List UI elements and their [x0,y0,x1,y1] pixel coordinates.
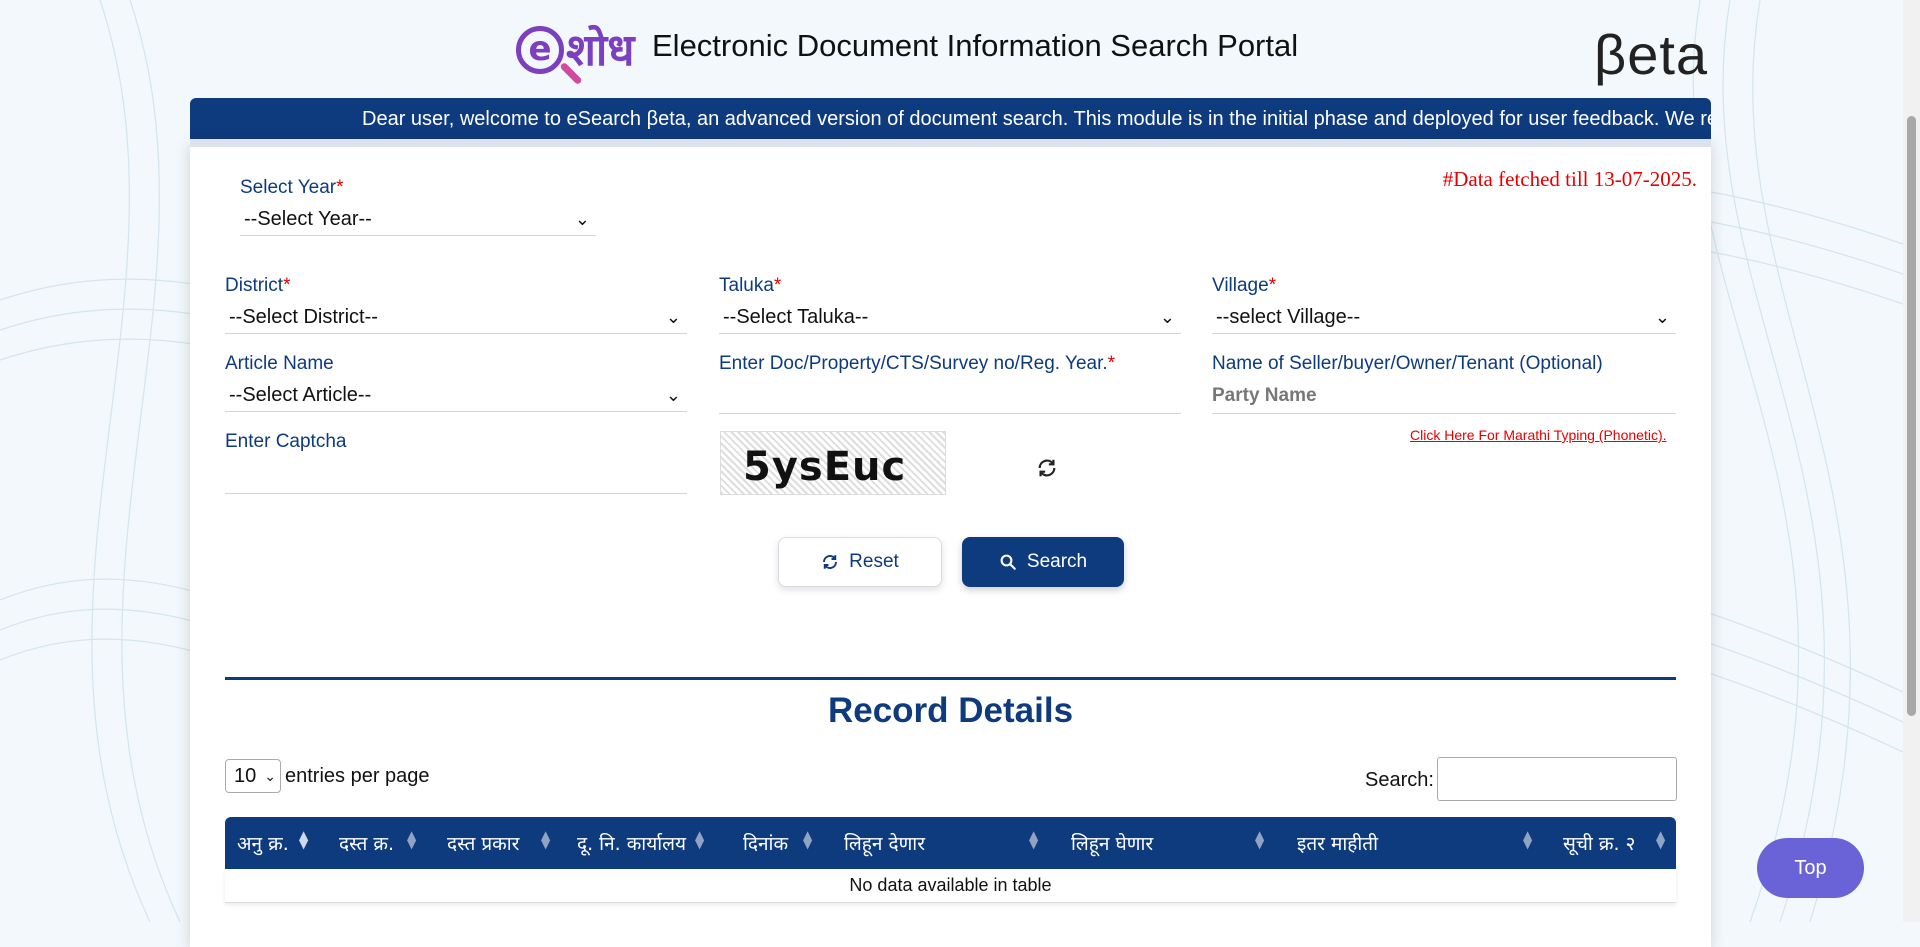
sort-icon: ▲ ▼ [1255,828,1265,851]
year-label: Select Year* [240,177,344,198]
taluka-select[interactable]: --Select Taluka-- ⌄ [719,303,1181,334]
logo-word: शोध [566,25,635,76]
back-to-top-button[interactable]: Top [1757,838,1864,898]
empty-table-message: No data available in table [225,869,1676,903]
col-other-info[interactable]: इतर माहीती [1297,830,1378,856]
col-doc-type[interactable]: दस्त प्रकार [447,830,519,856]
captcha-field: Enter Captcha [225,431,687,494]
village-label: Village* [1212,275,1277,296]
article-select[interactable]: --Select Article-- ⌄ [225,381,687,412]
village-select[interactable]: --select Village-- ⌄ [1212,303,1676,334]
district-field: District* --Select District-- ⌄ [225,275,687,334]
search-button[interactable]: Search [962,537,1124,587]
col-buyer[interactable]: लिहून घेणार [1071,830,1153,856]
party-field: Name of Seller/buyer/Owner/Tenant (Optio… [1212,353,1676,414]
scrollbar-thumb[interactable] [1907,116,1916,716]
table-header: अनु क्र. ▲ ▼ दस्त क्र. ▲ ▼ दस्त प्रकार ▲ ▼ … [225,817,1676,869]
refresh-icon [823,555,838,569]
logo-e-icon: e [516,26,564,74]
search-label: Search [1026,551,1088,572]
taluka-field: Taluka* --Select Taluka-- ⌄ [719,275,1181,334]
refresh-captcha-icon[interactable] [1036,457,1058,479]
portal-title: Electronic Document Information Search P… [652,28,1299,63]
sort-icon: ▲ ▼ [1029,828,1039,851]
entries-label: entries per page [285,764,430,787]
doc-number-field: Enter Doc/Property/CTS/Survey no/Reg. Ye… [719,353,1181,414]
article-label: Article Name [225,353,334,374]
captcha-image: 5ysEuc [720,431,946,495]
reset-label: Reset [849,551,899,572]
col-serial[interactable]: अनु क्र. [237,830,289,856]
search-icon [1000,554,1016,570]
chevron-down-icon: ⌄ [264,768,276,784]
entries-per-page-select[interactable]: 10 ⌄ [225,759,281,793]
sort-icon: ▲ ▼ [299,828,309,851]
captcha-label: Enter Captcha [225,431,347,452]
sort-icon: ▲ ▼ [803,828,813,851]
sort-icon: ▲ ▼ [1656,828,1666,851]
announcement-bar: Dear user, welcome to eSearch βeta, an a… [190,98,1711,139]
reset-button[interactable]: Reset [778,537,942,587]
esearch-logo[interactable]: e शोध [512,18,644,94]
col-index-no[interactable]: सूची क्र. २ [1563,830,1635,856]
sort-icon: ▲ ▼ [1523,828,1533,851]
page-scrollbar[interactable] [1903,0,1920,922]
chevron-down-icon: ⌄ [574,209,590,229]
sort-icon: ▲ ▼ [541,828,551,851]
doc-number-input[interactable] [719,381,1181,414]
district-select[interactable]: --Select District-- ⌄ [225,303,687,334]
party-label: Name of Seller/buyer/Owner/Tenant (Optio… [1212,353,1603,374]
chevron-down-icon: ⌄ [665,307,681,327]
sort-icon: ▲ ▼ [695,828,705,851]
party-name-input[interactable]: Party Name [1212,381,1676,414]
col-date[interactable]: दिनांक [743,830,788,856]
chevron-down-icon: ⌄ [1159,307,1175,327]
chevron-down-icon: ⌄ [1654,307,1670,327]
village-field: Village* --select Village-- ⌄ [1212,275,1676,334]
table-search-label: Search: [1365,769,1434,791]
col-seller[interactable]: लिहून देणार [844,830,925,856]
record-details-title: Record Details [827,691,1074,730]
announcement-text: Dear user, welcome to eSearch βeta, an a… [362,108,1711,130]
article-field: Article Name --Select Article-- ⌄ [225,353,687,412]
site-header: e शोध Electronic Document Information Se… [0,0,1920,96]
sort-icon: ▲ ▼ [407,828,417,851]
col-office[interactable]: दू. नि. कार्यालय [577,830,686,856]
entries-control: 10 ⌄ entries per page [225,759,430,793]
year-select[interactable]: --Select Year-- ⌄ [240,205,596,236]
marathi-typing-link[interactable]: Click Here For Marathi Typing (Phonetic)… [1410,427,1667,443]
chevron-down-icon: ⌄ [665,385,681,405]
col-doc-no[interactable]: दस्त क्र. [339,830,394,856]
beta-label: βeta [1594,23,1709,86]
captcha-input[interactable] [225,459,687,494]
year-field: Select Year* --Select Year-- ⌄ [240,177,596,236]
data-fetched-note: #Data fetched till 13-07-2025. [1442,167,1697,191]
doc-number-label: Enter Doc/Property/CTS/Survey no/Reg. Ye… [719,353,1116,374]
captcha-text: 5ysEuc [743,444,907,490]
section-divider [225,677,1676,680]
taluka-label: Taluka* [719,275,782,296]
table-search-input[interactable] [1437,757,1677,801]
district-label: District* [225,275,291,296]
search-card: #Data fetched till 13-07-2025. Select Ye… [190,139,1711,947]
